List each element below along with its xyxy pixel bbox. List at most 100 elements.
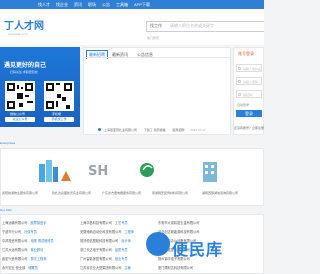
job-company: 上海华昌科技有限公司 bbox=[80, 221, 112, 225]
site-logo[interactable]: 丁人才网 bbox=[4, 17, 44, 32]
job-company: 广州智能家居有限公司 bbox=[80, 257, 112, 261]
news-action: 下载了 简历模板 bbox=[143, 128, 166, 132]
job-position: 算法工程师 bbox=[30, 257, 47, 261]
username-input[interactable]: 请输入用户名 bbox=[236, 64, 262, 72]
enterprise-name-1[interactable]: 贵阳技通物业服务有限公司 bbox=[2, 191, 50, 195]
banner-subtitle: 扫码关注 求职更轻松 bbox=[10, 70, 38, 74]
job-row[interactable]: 鑫宏兴资有限公司 算法工程师 bbox=[2, 256, 46, 261]
site-header: 丁人才网 rencaiw.com 找工作 请输入职位名称或关键字 热门搜索 bbox=[0, 9, 264, 45]
follow-wechat-button[interactable]: 关注公众号 bbox=[5, 117, 35, 122]
job-company: 江苏省农业大型集团有限公司 bbox=[80, 266, 122, 270]
shield-icon bbox=[238, 93, 241, 96]
search-type-select[interactable]: 找工作 bbox=[150, 23, 162, 29]
job-company: 安徽博纳自动化科技有限公司 bbox=[80, 230, 122, 234]
job-company: 东莞市大成精密五金有限公司 bbox=[158, 221, 200, 225]
username-placeholder: 请输入用户名 bbox=[243, 67, 262, 71]
banner-title: 遇见更好的自己 bbox=[4, 63, 47, 69]
nav-item-news[interactable]: 资讯 bbox=[74, 2, 82, 8]
job-company: 永兴宏业 营业部 bbox=[2, 266, 26, 270]
news-company: 上海恩亚若扎业有限公司 bbox=[104, 128, 138, 132]
captcha-placeholder: 验证码 bbox=[243, 93, 253, 97]
nav-item-career[interactable]: 职场 bbox=[88, 2, 96, 8]
job-company: 宁波市分公司 bbox=[2, 230, 22, 234]
nav-item-company[interactable]: 找企业 bbox=[56, 2, 68, 8]
enterprise-logo-building[interactable] bbox=[198, 158, 222, 182]
job-position: 储蓄员 bbox=[28, 266, 38, 270]
job-row[interactable]: 上海运输有限公司 股票操盘手 bbox=[2, 220, 46, 225]
job-row[interactable]: 江苏省农业大型集团有限公司 主管 bbox=[80, 265, 131, 270]
job-company: 厦门顺利达科技有限公司 bbox=[158, 266, 194, 270]
lock-icon bbox=[238, 80, 241, 83]
mobile-qr-code bbox=[44, 81, 74, 111]
remember-label: 自动登录 bbox=[237, 103, 250, 107]
job-position: 置业顾问 bbox=[30, 248, 44, 252]
job-row[interactable]: 常熟恒信塑胶科技有限公司 设计师 bbox=[80, 238, 131, 243]
job-position: 设计师 bbox=[121, 239, 131, 243]
job-row[interactable]: 广州智能家居有限公司 营业专员 bbox=[80, 256, 128, 261]
job-company: 常熟恒信塑胶科技有限公司 bbox=[80, 239, 119, 243]
enterprise-logo-shu[interactable]: SH bbox=[88, 158, 112, 182]
qr-right-caption: 手机端 bbox=[52, 112, 62, 116]
news-row[interactable]: 上海恩亚若扎业有限公司 下载了 简历模板 距离招聘 2024-07-17 bbox=[104, 128, 206, 132]
nav-item-notice[interactable]: 公告 bbox=[102, 2, 110, 8]
user-icon bbox=[238, 67, 241, 70]
nav-item-app[interactable]: APP下载 bbox=[134, 2, 150, 8]
enterprise-name-3[interactable]: 广东省方便电器服务有限公司 bbox=[102, 191, 150, 195]
login-title: 账号登录 bbox=[238, 51, 254, 56]
job-row[interactable]: 江苏大运有限公司 置业顾问 bbox=[2, 247, 43, 252]
qr-left-caption: 微信公众号 bbox=[10, 112, 26, 116]
job-row[interactable]: 东莞市大成精密五金有限公司 bbox=[158, 220, 199, 225]
job-position: 工艺专员 bbox=[114, 221, 128, 225]
job-row[interactable]: 永兴宏业 营业部 储蓄员 bbox=[2, 265, 38, 270]
job-row[interactable]: 上海华昌科技有限公司 工艺专员 bbox=[80, 220, 128, 225]
nav-item-tools[interactable]: 工具箱 bbox=[116, 2, 128, 8]
site-logo-subtitle: rencaiw.com bbox=[8, 32, 28, 36]
job-position: 主管 bbox=[124, 266, 131, 270]
job-row[interactable]: 厦门顺利达科技有限公司 bbox=[158, 265, 193, 270]
register-link[interactable]: 还没有账号？立即注册 bbox=[234, 126, 264, 130]
enterprise-logo-leaf[interactable] bbox=[138, 158, 162, 182]
watermark-icon bbox=[146, 232, 170, 256]
enterprise-logo-buildings[interactable] bbox=[36, 158, 60, 182]
nav-item-talent[interactable]: 找人才 bbox=[38, 2, 50, 8]
captcha-input[interactable]: 验证码 bbox=[236, 90, 262, 98]
job-row[interactable]: 宁波市分公司 社保专员 bbox=[2, 229, 37, 234]
job-position: 股票操盘手 bbox=[30, 221, 47, 225]
enterprise-logo-triangle[interactable] bbox=[60, 170, 72, 182]
news-date: 2024-07-17 bbox=[190, 128, 206, 132]
news-divider bbox=[84, 57, 230, 58]
news-status: 距离招聘 bbox=[172, 128, 185, 132]
news-panel bbox=[83, 47, 231, 135]
password-placeholder: 请输入密码 bbox=[243, 80, 259, 84]
job-company: 中邦投资有限公司 bbox=[2, 239, 28, 243]
job-company: 鑫宏兴资有限公司 bbox=[2, 257, 28, 261]
job-company: 上海运输有限公司 bbox=[2, 221, 28, 225]
search-input[interactable]: 请输入职位名称或关键字 bbox=[170, 23, 214, 29]
job-row[interactable]: 中邦投资有限公司 电视 调试维修员 bbox=[2, 238, 54, 243]
mobile-jobs-button[interactable]: 手机找工作 bbox=[44, 117, 74, 122]
enterprise-name-2[interactable]: 钦扎达彩图新普实业有限公司 bbox=[52, 191, 100, 195]
wechat-qr-code bbox=[5, 81, 35, 111]
job-row[interactable]: 浙江长达电子有限公司 品质专员 bbox=[80, 247, 128, 252]
svg-text:SH: SH bbox=[88, 164, 108, 179]
enterprise-name-4[interactable]: 南通网安装饰材料有限公司 bbox=[152, 191, 200, 195]
job-position: 营业专员 bbox=[114, 257, 128, 261]
hot-search-label: 热门搜索 bbox=[147, 36, 160, 40]
enterprises-heading: Enterprises bbox=[0, 141, 16, 145]
top-nav-bar: 找人才 找企业 资讯 职场 公告 工具箱 APP下载 bbox=[0, 0, 264, 9]
job-company: 江苏大运有限公司 bbox=[2, 248, 28, 252]
promo-banner: 遇见更好的自己 扫码关注 求职更轻松 微信公众号 手机端 关注公众号 手机找工作 bbox=[0, 47, 80, 127]
job-position: 品质专员 bbox=[114, 248, 128, 252]
job-position: 社保专员 bbox=[24, 230, 37, 234]
remember-checkbox[interactable]: 自动登录 bbox=[237, 103, 249, 107]
watermark-text: 便民库 bbox=[172, 242, 224, 259]
jobs-heading: Hot Jobs bbox=[0, 208, 12, 212]
news-row-icon bbox=[98, 128, 101, 131]
job-company: 浙江长达电子有限公司 bbox=[80, 248, 112, 252]
job-position: 电视 调试维修员 bbox=[30, 239, 54, 243]
job-position: 工程师 bbox=[124, 230, 134, 234]
login-button[interactable]: 登录 bbox=[236, 110, 262, 117]
password-input[interactable]: 请输入密码 bbox=[236, 77, 262, 85]
enterprise-name-5[interactable]: 湖南西部湖信咨询有限公司 bbox=[202, 191, 262, 195]
job-row[interactable]: 安徽博纳自动化科技有限公司 工程师 bbox=[80, 229, 134, 234]
